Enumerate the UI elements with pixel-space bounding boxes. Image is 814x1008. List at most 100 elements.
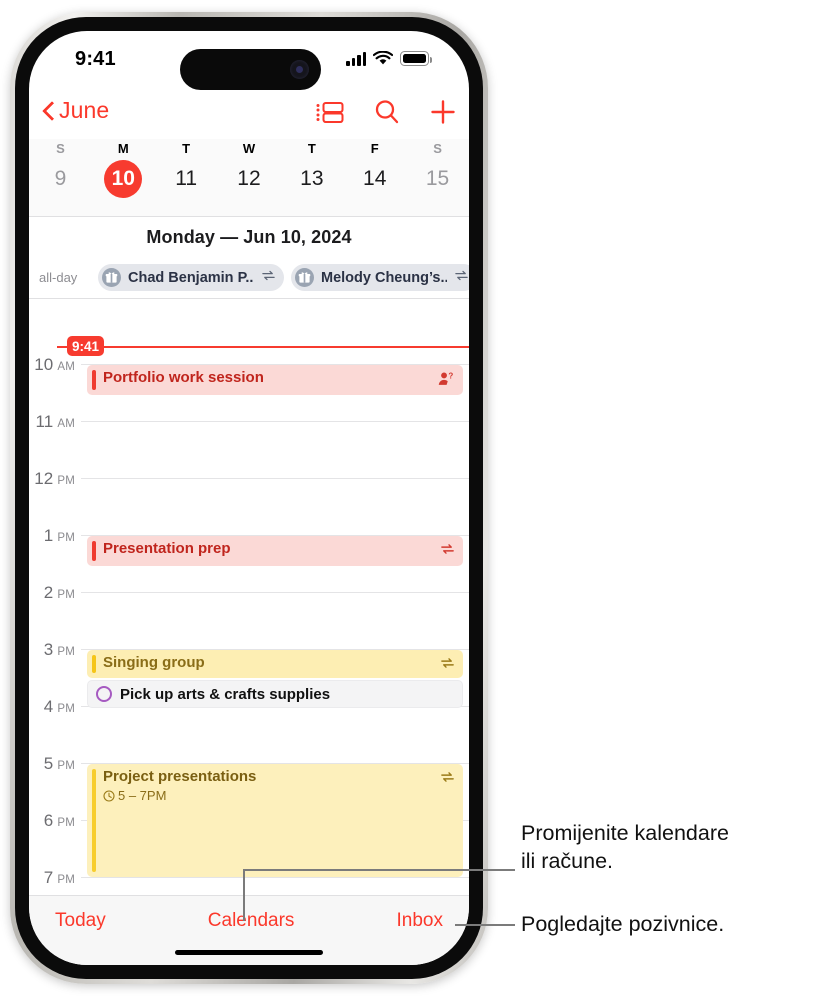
week-day-11[interactable]: 11: [155, 156, 218, 202]
callout-calendars-line1: Promijenite kalendare: [521, 821, 729, 845]
back-to-month-button[interactable]: June: [43, 97, 109, 124]
dow-saturday: S: [433, 141, 442, 156]
dow-sunday: S: [56, 141, 65, 156]
event-title: Singing group: [103, 654, 205, 671]
repeat-icon: [261, 269, 276, 287]
home-indicator[interactable]: [175, 949, 323, 955]
tab-inbox[interactable]: Inbox: [397, 910, 443, 932]
event-singing-group[interactable]: Singing group: [87, 650, 463, 678]
reminder-title: Pick up arts & crafts supplies: [120, 685, 331, 703]
event-portfolio-work-session[interactable]: Portfolio work session ?: [87, 365, 463, 395]
reminder-pick-up-arts-crafts[interactable]: Pick up arts & crafts supplies: [87, 680, 463, 708]
navigation-actions: [315, 98, 457, 131]
event-presentation-prep[interactable]: Presentation prep: [87, 536, 463, 566]
hour-label-6pm: 6 PM: [43, 811, 75, 830]
callout-leader-calendars-horizontal: [243, 869, 515, 871]
svg-text:?: ?: [448, 372, 453, 381]
dow-thursday: T: [307, 141, 316, 156]
hour-label-11am: 11 AM: [35, 412, 75, 431]
callout-inbox-line1: Pogledajte pozivnice.: [521, 912, 725, 936]
current-time-indicator: 9:41: [57, 336, 469, 356]
hour-line-12pm: [81, 478, 469, 479]
gift-icon: [295, 268, 314, 287]
chevron-left-icon: [43, 101, 54, 120]
dow-tuesday: T: [182, 141, 191, 156]
hour-line-11am: [81, 421, 469, 422]
all-day-event-chip-1[interactable]: Chad Benjamin P...: [98, 264, 284, 291]
dow-monday: M: [117, 141, 129, 156]
wifi-icon: [372, 50, 394, 66]
week-strip: S M T W T F S 9 10 11 12 13 14 15: [29, 139, 469, 217]
week-day-15-number: 15: [425, 167, 450, 190]
week-strip-dow-row: S M T W T F S: [29, 139, 469, 156]
week-day-14[interactable]: 14: [343, 156, 406, 202]
event-accent-bar: [92, 541, 96, 561]
week-day-13-number: 13: [300, 167, 324, 190]
hour-label-3pm: 3 PM: [43, 640, 75, 659]
back-button-label: June: [59, 97, 110, 123]
day-timeline[interactable]: 10 AM 11 AM 12 PM 1 PM 2 PM 3 PM 4 PM 5 …: [29, 299, 469, 895]
week-day-9[interactable]: 9: [29, 156, 92, 202]
cellular-signal-icon: [346, 51, 366, 66]
add-event-icon[interactable]: [429, 98, 457, 131]
callout-inbox: Pogledajte pozivnice.: [521, 911, 813, 939]
week-day-9-number: 9: [54, 167, 67, 190]
week-day-15[interactable]: 15: [406, 156, 469, 202]
week-day-12-number: 12: [237, 167, 261, 190]
callout-calendars: Promijenite kalendare ili račune.: [521, 820, 813, 875]
week-day-12[interactable]: 12: [218, 156, 281, 202]
screenshot-stage: 9:41 June S M T W T F S 9 10 11 12 13 14…: [0, 0, 814, 1008]
all-day-event-chip-2[interactable]: Melody Cheung’s...: [291, 264, 469, 291]
current-time-label: 9:41: [67, 336, 105, 356]
all-day-row: all-day Chad Benjamin P... Melody Cheung…: [29, 257, 469, 299]
callout-calendars-line2: ili račune.: [521, 848, 614, 873]
dynamic-island: [180, 49, 321, 90]
event-accent-bar: [92, 655, 96, 673]
tab-calendars[interactable]: Calendars: [208, 910, 295, 932]
navigation-bar: June: [29, 93, 469, 139]
phone-screen: 9:41 June S M T W T F S 9 10 11 12 13 14…: [29, 31, 469, 965]
all-day-event-chip-2-label: Melody Cheung’s...: [321, 269, 447, 286]
reminder-circle-icon[interactable]: [96, 686, 112, 702]
status-bar-time: 9:41: [75, 48, 116, 70]
hour-line-7pm: [81, 877, 469, 878]
week-strip-date-row: 9 10 11 12 13 14 15: [29, 156, 469, 202]
hour-label-10am: 10 AM: [34, 355, 75, 374]
week-day-11-number: 11: [175, 167, 198, 190]
repeat-icon: [440, 770, 455, 789]
event-accent-bar: [92, 769, 96, 872]
bottom-tab-bar: Today Calendars Inbox: [29, 895, 469, 965]
hour-label-5pm: 5 PM: [43, 754, 75, 773]
event-time-range-text: 5 – 7PM: [118, 788, 167, 803]
event-project-presentations[interactable]: Project presentations 5 – 7PM: [87, 764, 463, 877]
battery-icon: [400, 51, 433, 66]
repeat-icon: [440, 656, 455, 675]
hour-line-2pm: [81, 592, 469, 593]
gift-icon: [102, 268, 121, 287]
clock-icon: [103, 789, 115, 802]
list-view-icon[interactable]: [315, 99, 345, 130]
week-day-13[interactable]: 13: [280, 156, 343, 202]
week-day-10-number: 10: [104, 160, 143, 198]
repeat-icon: [454, 269, 469, 287]
repeat-icon: [440, 542, 455, 561]
week-day-14-number: 14: [363, 167, 387, 190]
hour-label-4pm: 4 PM: [43, 697, 75, 716]
event-title: Portfolio work session: [103, 369, 264, 386]
iphone-device-frame: 9:41 June S M T W T F S 9 10 11 12 13 14…: [10, 12, 488, 984]
search-icon[interactable]: [373, 98, 401, 131]
event-time-range: 5 – 7PM: [103, 788, 166, 803]
event-title: Project presentations: [103, 768, 257, 785]
hour-label-2pm: 2 PM: [43, 583, 75, 602]
all-day-label: all-day: [39, 270, 78, 285]
status-bar: 9:41: [29, 31, 469, 93]
phone-bezel: 9:41 June S M T W T F S 9 10 11 12 13 14…: [15, 17, 483, 979]
person-question-icon: ?: [438, 371, 455, 392]
week-day-10[interactable]: 10: [92, 156, 155, 202]
callout-leader-calendars-vertical: [243, 869, 245, 921]
hour-label-1pm: 1 PM: [43, 526, 75, 545]
tab-today[interactable]: Today: [55, 910, 106, 932]
dow-wednesday: W: [242, 141, 256, 156]
callout-leader-inbox: [455, 924, 515, 926]
hour-label-12pm: 12 PM: [34, 469, 75, 488]
